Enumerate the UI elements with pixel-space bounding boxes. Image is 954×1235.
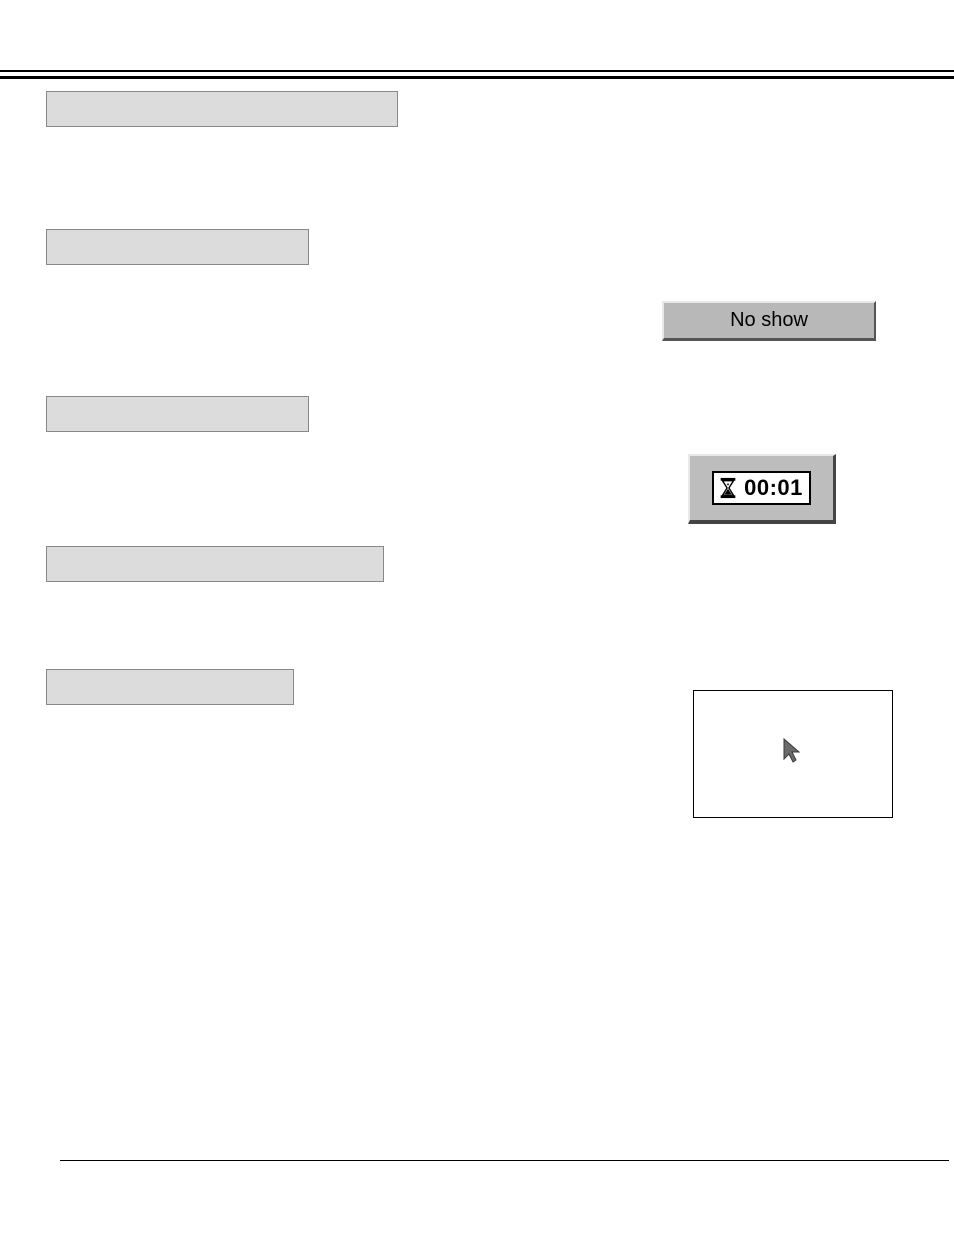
hourglass-icon — [716, 476, 740, 500]
timer-display: 00:01 — [712, 471, 811, 505]
input-field-1[interactable] — [46, 91, 398, 127]
cursor-icon — [782, 737, 804, 765]
input-field-3[interactable] — [46, 396, 309, 432]
timer-button[interactable]: 00:01 — [688, 454, 836, 524]
no-show-label: No show — [730, 309, 808, 332]
no-show-button[interactable]: No show — [662, 301, 876, 341]
input-field-5[interactable] — [46, 669, 294, 705]
footer-rule — [60, 1160, 949, 1161]
cursor-preview-box — [693, 690, 893, 818]
header-double-rule — [0, 70, 954, 79]
timer-value: 00:01 — [744, 475, 803, 501]
input-field-2[interactable] — [46, 229, 309, 265]
input-field-4[interactable] — [46, 546, 384, 582]
